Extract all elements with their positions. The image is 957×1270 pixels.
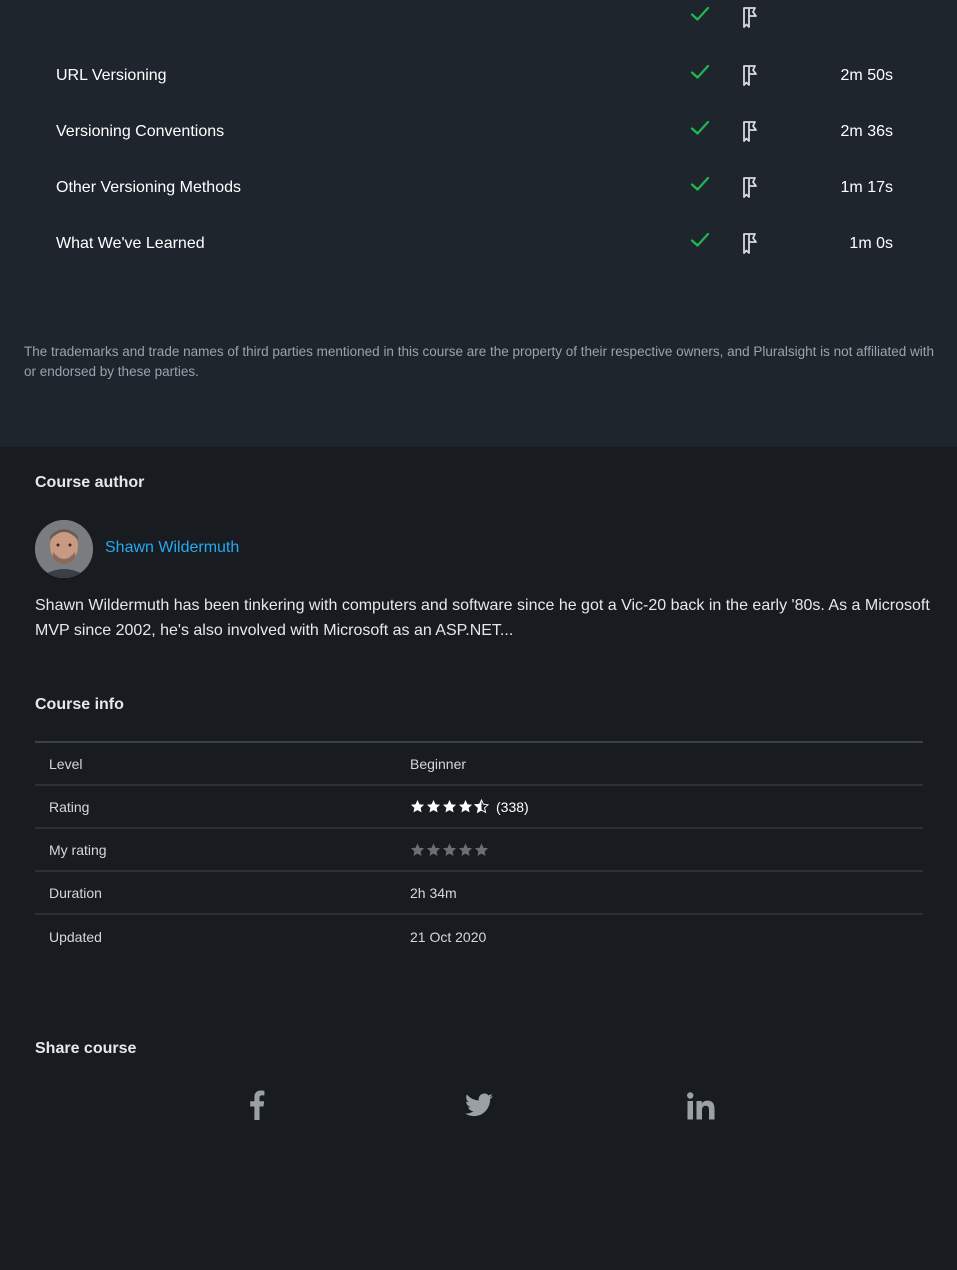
clip-title[interactable]: URL Versioning — [56, 67, 167, 85]
star-icon[interactable] — [410, 842, 425, 857]
bookmark-icon[interactable] — [742, 65, 760, 87]
star-icon — [442, 799, 457, 813]
updated-label: Updated — [49, 928, 102, 945]
star-icon — [458, 799, 473, 813]
course-info-table: Level Beginner Rating (338) My rating Du… — [35, 741, 923, 958]
star-icon[interactable] — [474, 842, 489, 857]
checkmark-icon — [690, 232, 710, 247]
star-icon[interactable] — [458, 842, 473, 857]
checkmark-icon — [690, 6, 710, 21]
trademark-disclaimer: The trademarks and trade names of third … — [24, 344, 934, 379]
clip-row[interactable]: Versioning Conventions 2m 36s — [0, 104, 957, 160]
rating-count: (338) — [496, 798, 529, 815]
my-rating-stars[interactable] — [410, 842, 490, 857]
bookmark-icon[interactable] — [742, 233, 760, 255]
star-icon — [474, 799, 489, 814]
facebook-icon[interactable] — [249, 1090, 265, 1120]
clip-title[interactable]: What We've Learned — [56, 235, 205, 253]
level-label: Level — [49, 755, 83, 772]
rating-label: Rating — [49, 798, 90, 815]
clip-row[interactable]: What We've Learned 1m 0s — [0, 216, 957, 272]
clip-duration: 1m 0s — [849, 235, 893, 252]
bookmark-icon[interactable] — [742, 121, 760, 143]
rating-stars — [410, 799, 490, 814]
my-rating-value[interactable] — [410, 842, 490, 857]
star-icon[interactable] — [442, 842, 457, 857]
info-row-level: Level Beginner — [35, 743, 923, 786]
star-icon — [426, 799, 441, 813]
bookmark-icon[interactable] — [742, 177, 760, 199]
twitter-icon[interactable] — [465, 1093, 493, 1117]
star-icon[interactable] — [426, 842, 441, 857]
my-rating-label: My rating — [49, 841, 107, 858]
duration-label: Duration — [49, 884, 102, 901]
author-name-link[interactable]: Shawn Wildermuth — [105, 539, 239, 557]
clip-row[interactable] — [0, 0, 957, 46]
info-row-my-rating: My rating — [35, 829, 923, 872]
info-row-rating: Rating (338) — [35, 786, 923, 829]
clip-title[interactable]: Other Versioning Methods — [56, 179, 241, 197]
author-photo — [35, 520, 93, 578]
clip-duration: 2m 36s — [840, 123, 893, 140]
duration-value: 2h 34m — [410, 884, 457, 901]
linkedin-icon[interactable] — [687, 1092, 715, 1120]
checkmark-icon — [690, 64, 710, 79]
checkmark-icon — [690, 120, 710, 135]
clip-duration: 1m 17s — [840, 179, 893, 196]
course-author-heading: Course author — [35, 474, 145, 491]
level-value: Beginner — [410, 755, 467, 772]
share-course-heading: Share course — [35, 1040, 137, 1057]
author-avatar[interactable] — [35, 520, 93, 578]
checkmark-icon — [690, 176, 710, 191]
table-of-contents: URL Versioning 2m 50s Versioning Conventio… — [0, 0, 957, 447]
updated-value: 21 Oct 2020 — [410, 928, 487, 945]
clip-row[interactable]: URL Versioning 2m 50s — [0, 48, 957, 104]
bookmark-icon[interactable] — [742, 7, 760, 29]
star-icon — [410, 799, 425, 813]
rating-value: (338) — [410, 799, 529, 815]
clip-row[interactable]: Other Versioning Methods 1m 17s — [0, 160, 957, 216]
author-bio: Shawn Wildermuth has been tinkering with… — [35, 597, 930, 639]
info-row-duration: Duration 2h 34m — [35, 872, 923, 915]
course-info-heading: Course info — [35, 696, 124, 713]
clip-duration: 2m 50s — [840, 67, 893, 84]
clip-title[interactable]: Versioning Conventions — [56, 123, 224, 141]
info-row-updated: Updated 21 Oct 2020 — [35, 915, 923, 958]
